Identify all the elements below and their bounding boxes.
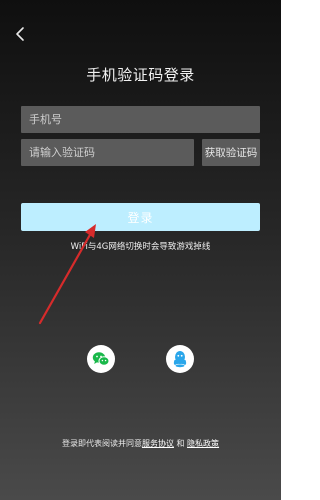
login-button[interactable]: 登录 [21, 203, 260, 231]
agreement-prefix: 登录即代表阅读并同意 [61, 439, 142, 448]
network-notice: WiFi与4G网络切换时会导致游戏掉线 [70, 242, 211, 252]
agreement-separator: 和 [173, 439, 188, 448]
privacy-policy-link[interactable]: 隐私政策 [187, 439, 219, 448]
page-title: 手机验证码登录 [86, 66, 195, 84]
qq-login-button[interactable] [166, 345, 194, 373]
chevron-left-icon [16, 27, 24, 41]
agreement-footer: 登录即代表阅读并同意服务协议 和 隐私政策 [0, 438, 281, 449]
service-agreement-link[interactable]: 服务协议 [142, 439, 174, 448]
verification-code-input[interactable] [21, 139, 194, 166]
wechat-login-button[interactable] [87, 345, 115, 373]
phone-input[interactable] [21, 106, 260, 133]
qq-icon [173, 351, 187, 368]
login-screen: 手机验证码登录 获取验证码 登录 WiFi与4G网络切换时会导致游戏掉线 [0, 0, 281, 500]
back-button[interactable] [12, 24, 30, 44]
wechat-icon [92, 352, 110, 366]
get-code-button[interactable]: 获取验证码 [202, 139, 260, 166]
